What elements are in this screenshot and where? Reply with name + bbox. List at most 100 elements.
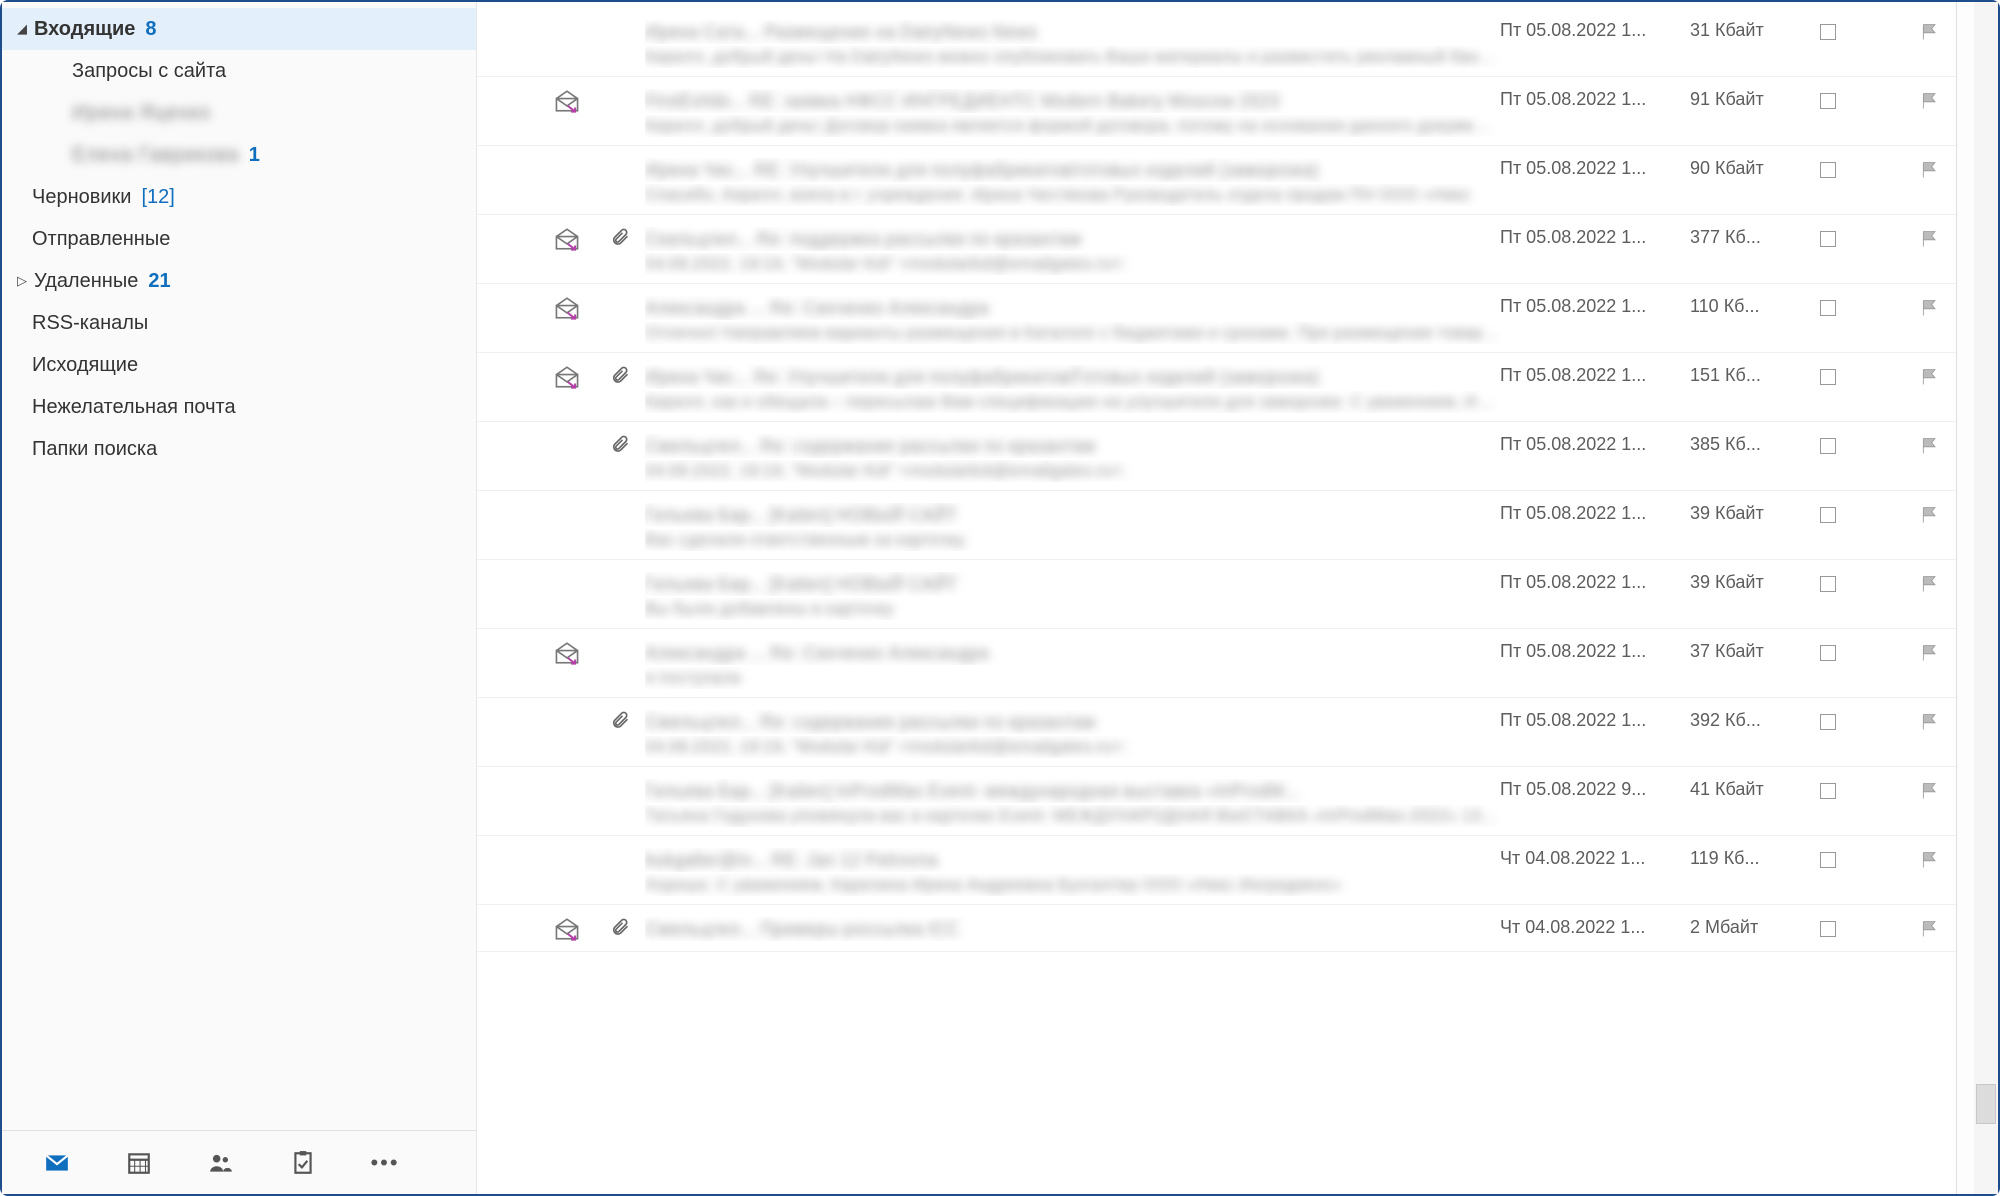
folder-label: Отправленные <box>32 224 170 254</box>
flag-icon[interactable] <box>1910 915 1950 939</box>
scrollbar-thumb[interactable] <box>1976 1084 1996 1124</box>
message-checkbox[interactable] <box>1820 714 1836 730</box>
flag-icon[interactable] <box>1910 846 1950 870</box>
message-checkbox[interactable] <box>1820 93 1836 109</box>
message-subject: [Kaiten] НОВЫЙ САЙТ <box>770 574 957 594</box>
message-row[interactable]: Смельцгюл... Re: содержание рассылки по … <box>477 422 1956 491</box>
message-checkbox[interactable] <box>1820 231 1836 247</box>
flag-icon[interactable] <box>1910 570 1950 594</box>
folder-item[interactable]: Отправленные <box>2 218 476 260</box>
message-checkbox[interactable] <box>1820 438 1836 454</box>
message-size: 377 Кб... <box>1690 225 1820 248</box>
message-subject: Re: Синченко Александра <box>770 643 989 663</box>
message-checkbox[interactable] <box>1820 369 1836 385</box>
folder-item[interactable]: Нежелательная почта <box>2 386 476 428</box>
reading-pane-scrollbar[interactable] <box>1956 2 1998 1194</box>
replied-icon <box>539 639 595 665</box>
folder-item[interactable]: Елена Гаврикова1 <box>2 134 476 176</box>
nav-calendar-icon[interactable] <box>124 1148 154 1178</box>
message-row[interactable]: Гильева Бар... [Kaiten] InProdMax Event-… <box>477 767 1956 836</box>
flag-icon[interactable] <box>1910 225 1950 249</box>
chevron-down-icon[interactable]: ◢ <box>14 14 30 44</box>
message-size: 31 Кбайт <box>1690 18 1820 41</box>
message-sender: Ирина Чис... <box>645 160 749 180</box>
message-checkbox[interactable] <box>1820 507 1836 523</box>
message-subject: Примеры россылка ICC <box>760 919 959 939</box>
message-size: 151 Кб... <box>1690 363 1820 386</box>
message-row[interactable]: bukgalter@in... RE: Jan 12 PetrovnaХорош… <box>477 836 1956 905</box>
chevron-right-icon[interactable]: ▷ <box>14 266 30 296</box>
message-row[interactable]: FirstExhibi... RE: заявка НФСС ИНГРЕДИЕН… <box>477 77 1956 146</box>
message-row[interactable]: Александра ... Re: Синченко Александра я … <box>477 629 1956 698</box>
message-date: Пт 05.08.2022 1... <box>1500 225 1690 248</box>
folder-item[interactable]: Исходящие <box>2 344 476 386</box>
message-preview: Отлично! Направляем варианты размещения … <box>645 322 1500 344</box>
message-size: 41 Кбайт <box>1690 777 1820 800</box>
message-checkbox[interactable] <box>1820 852 1836 868</box>
message-preview: я поступала <box>645 667 1500 689</box>
flag-icon[interactable] <box>1910 777 1950 801</box>
message-size: 110 Кб... <box>1690 294 1820 317</box>
attachment-icon <box>595 363 645 385</box>
message-preview: 04.08.2022, 19:19, "Modular Kid" <modula… <box>645 460 1500 482</box>
flag-icon[interactable] <box>1910 18 1950 42</box>
replied-icon <box>539 708 595 710</box>
message-size: 39 Кбайт <box>1690 501 1820 524</box>
message-checkbox[interactable] <box>1820 645 1836 661</box>
message-sender: Гильева Бар... <box>645 505 765 525</box>
message-checkbox[interactable] <box>1820 24 1836 40</box>
message-preview: 04.08.2022, 19:19, "Modular Kid" <modula… <box>645 253 1500 275</box>
message-size: 119 Кб... <box>1690 846 1820 869</box>
message-row[interactable]: Смельцгюл... Примеры россылка ICCЧт 04.0… <box>477 905 1956 952</box>
folder-item[interactable]: ▷Удаленные21 <box>2 260 476 302</box>
flag-icon[interactable] <box>1910 432 1950 456</box>
flag-icon[interactable] <box>1910 708 1950 732</box>
folder-item[interactable]: Ирина Яценко <box>2 92 476 134</box>
nav-tasks-icon[interactable] <box>288 1148 318 1178</box>
nav-more-icon[interactable]: ••• <box>370 1148 400 1178</box>
flag-icon[interactable] <box>1910 294 1950 318</box>
message-row[interactable]: Ирина Чис... Re: Улучшители для полуфабр… <box>477 353 1956 422</box>
message-subject: RE: Jan 12 Petrovna <box>771 850 937 870</box>
message-sender: Скальцгюл... <box>645 229 752 249</box>
attachment-icon <box>595 432 645 454</box>
replied-icon <box>539 156 595 158</box>
nav-people-icon[interactable] <box>206 1148 236 1178</box>
message-checkbox[interactable] <box>1820 162 1836 178</box>
folder-item[interactable]: Черновики[12] <box>2 176 476 218</box>
folder-label: Входящие <box>34 14 135 44</box>
folder-count: 21 <box>148 266 170 296</box>
message-subject: Размещение на DairyNews News <box>764 22 1037 42</box>
folder-item[interactable]: ◢Входящие8 <box>2 8 476 50</box>
message-checkbox[interactable] <box>1820 300 1836 316</box>
message-sender: Александра ... <box>645 643 765 663</box>
message-row[interactable]: Ирина Сата... Размещение на DairyNews Ne… <box>477 8 1956 77</box>
message-sender: Смельцгюл... <box>645 712 755 732</box>
folder-count: [12] <box>141 182 174 212</box>
message-preview: Вы были добавлены в карточку <box>645 598 1500 620</box>
folder-item[interactable]: Папки поиска <box>2 428 476 470</box>
flag-icon[interactable] <box>1910 363 1950 387</box>
message-subject: Re: содержание рассылки по крaзантам <box>760 712 1095 732</box>
message-row[interactable]: Скальцгюл... Re: поддержка рассылки по к… <box>477 215 1956 284</box>
message-checkbox[interactable] <box>1820 576 1836 592</box>
message-row[interactable]: Гильева Бар... [Kaiten] НОВЫЙ САЙТВы был… <box>477 560 1956 629</box>
folder-item[interactable]: RSS-каналы <box>2 302 476 344</box>
flag-icon[interactable] <box>1910 156 1950 180</box>
flag-icon[interactable] <box>1910 87 1950 111</box>
message-sender: Смельцгюл... <box>645 436 755 456</box>
message-size: 90 Кбайт <box>1690 156 1820 179</box>
message-subject: [Kaiten] InProdMax Event- международная … <box>770 781 1299 801</box>
attachment-icon <box>595 570 645 572</box>
message-row[interactable]: Смельцгюл... Re: содержание рассылки по … <box>477 698 1956 767</box>
message-checkbox[interactable] <box>1820 921 1836 937</box>
message-row[interactable]: Гильева Бар... [Kaiten] НОВЫЙ САЙТВас сд… <box>477 491 1956 560</box>
message-checkbox[interactable] <box>1820 783 1836 799</box>
flag-icon[interactable] <box>1910 639 1950 663</box>
folder-item[interactable]: Запросы с сайта <box>2 50 476 92</box>
flag-icon[interactable] <box>1910 501 1950 525</box>
message-row[interactable]: Александра ... Re: Синченко АлександраОт… <box>477 284 1956 353</box>
message-row[interactable]: Ирина Чис... RE: Улучшители для полуфабр… <box>477 146 1956 215</box>
nav-mail-icon[interactable] <box>42 1148 72 1178</box>
message-date: Пт 05.08.2022 1... <box>1500 432 1690 455</box>
